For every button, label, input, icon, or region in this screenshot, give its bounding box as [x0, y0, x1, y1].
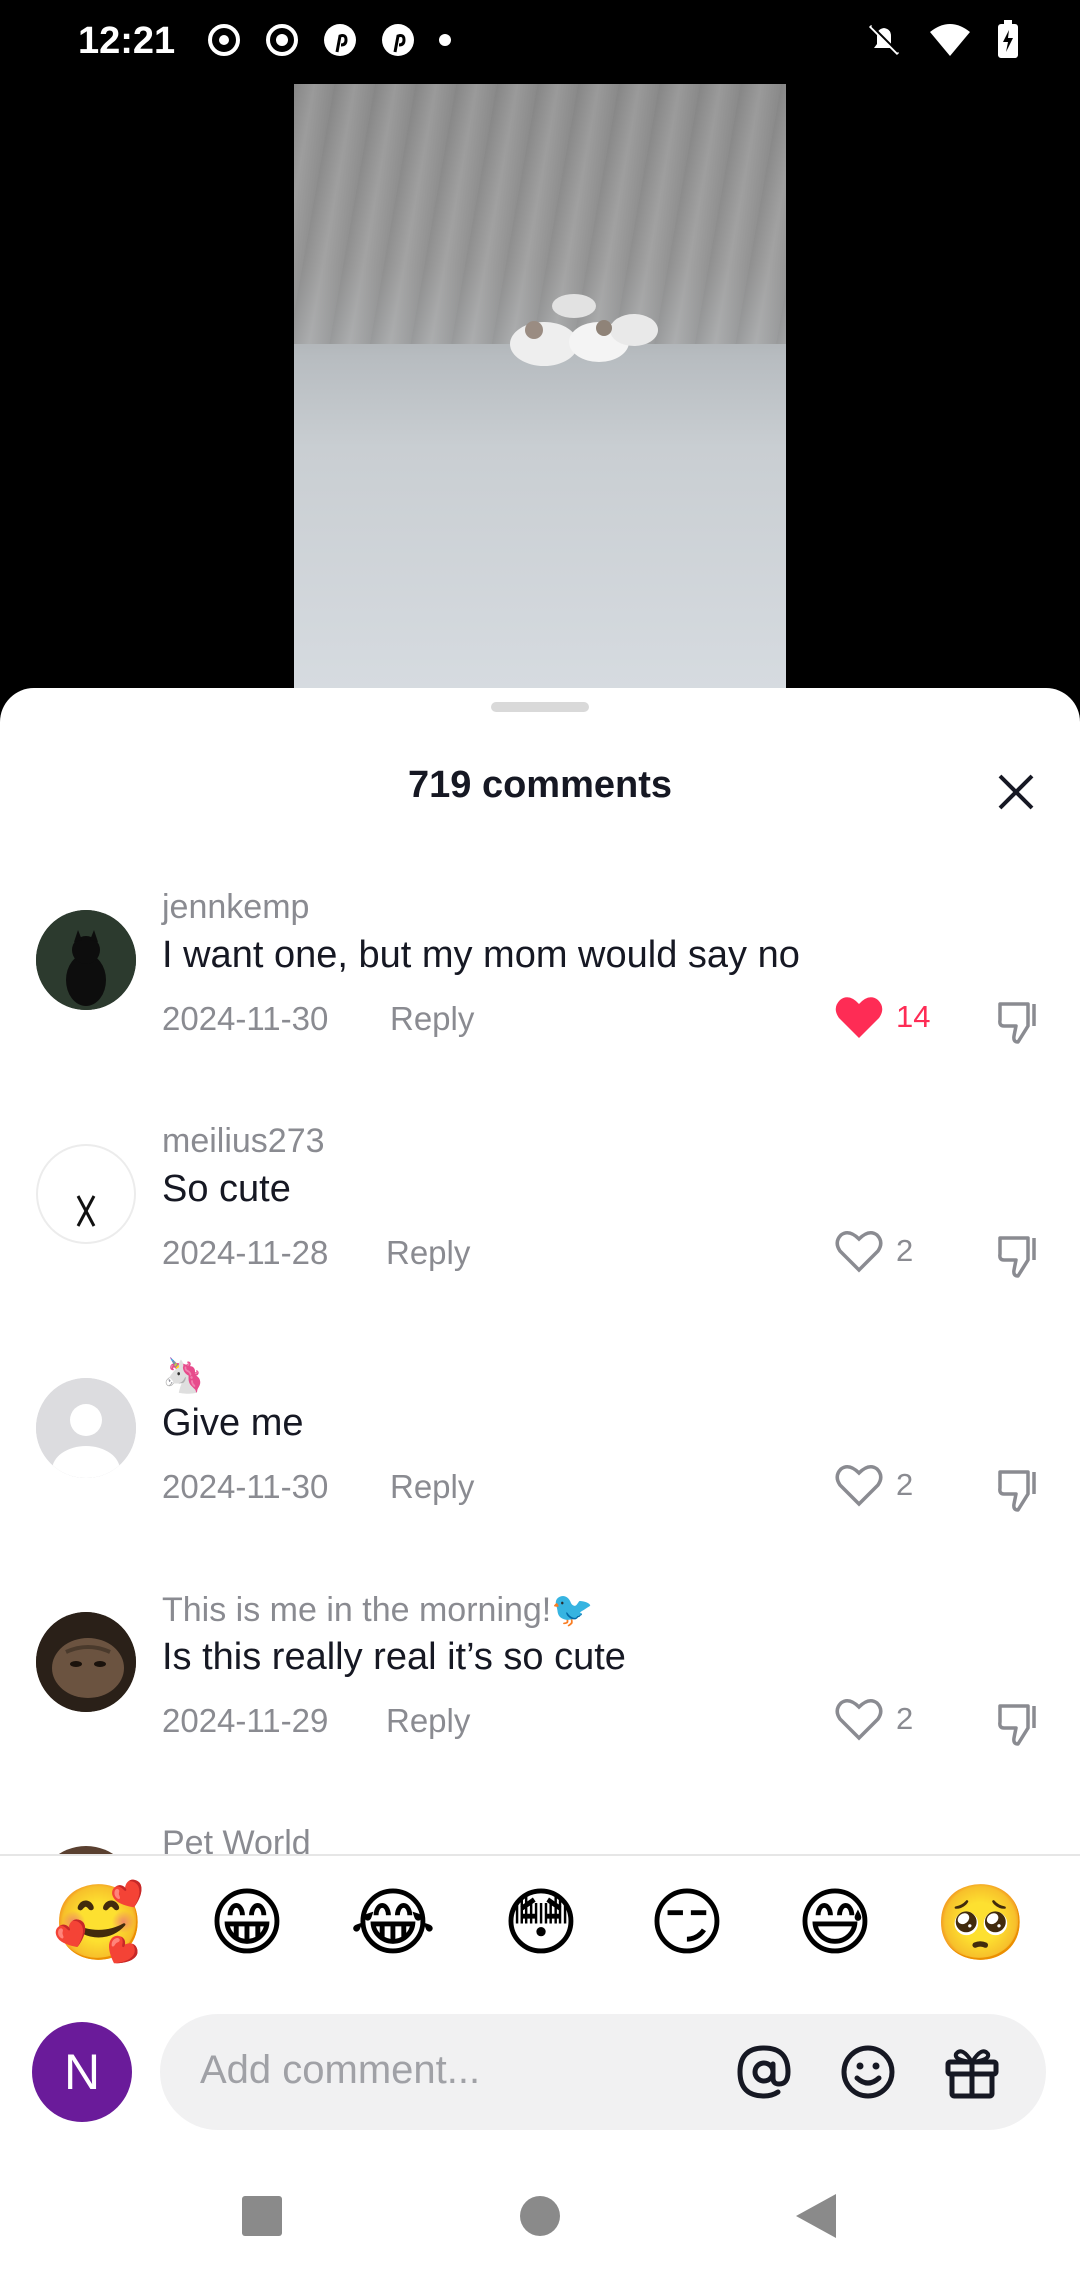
default-avatar-icon	[36, 1378, 136, 1478]
avatar[interactable]	[36, 1846, 136, 1854]
like-button[interactable]: 2	[834, 1696, 913, 1742]
close-icon[interactable]	[990, 766, 1042, 818]
heart-outline-icon	[835, 1231, 883, 1273]
emoji-smirk[interactable]: 😏	[640, 1868, 734, 1978]
emoji-picker-icon[interactable]	[836, 2040, 900, 2104]
emoji-flushed[interactable]: 😳	[494, 1868, 588, 1978]
wifi-icon	[930, 24, 970, 56]
tabby-cat-avatar-image	[36, 1612, 136, 1712]
like-count: 14	[896, 999, 931, 1034]
notification-icons	[206, 22, 452, 58]
kittens-image	[510, 294, 658, 366]
avatar[interactable]	[36, 1378, 136, 1478]
comment-input-placeholder: Add comment...	[200, 2048, 481, 2092]
mention-icon[interactable]	[732, 2040, 796, 2104]
drag-handle[interactable]	[491, 702, 589, 712]
comment-username[interactable]: 🦄	[162, 1356, 204, 1396]
system-icons	[864, 20, 1020, 60]
video-preview[interactable]	[294, 84, 786, 690]
avatar[interactable]	[36, 1144, 136, 1244]
recents-icon[interactable]	[240, 2194, 284, 2238]
avatar[interactable]	[36, 910, 136, 1010]
like-button[interactable]: 2	[834, 1228, 913, 1274]
composer-divider	[0, 1854, 1080, 1856]
comment-date: 2024-11-28	[162, 1234, 329, 1271]
heart-outline-icon	[835, 1465, 883, 1507]
comment-item: This is me in the morning!🐦 Is this real…	[0, 1582, 1080, 1802]
comment-text: Is this really real it’s so cute	[162, 1636, 626, 1678]
threads-icon	[208, 24, 240, 56]
reply-button[interactable]: Reply	[386, 1702, 470, 1740]
bell-off-icon	[868, 24, 900, 56]
emoji-tears-of-joy[interactable]: 😂	[346, 1868, 440, 1978]
comment-text: So cute	[162, 1168, 291, 1210]
comment-text: Give me	[162, 1402, 304, 1444]
gift-icon[interactable]	[940, 2040, 1004, 2104]
emoji-pleading[interactable]: 🥺	[934, 1868, 1028, 1978]
emoji-smiling-hearts[interactable]: 🥰	[52, 1868, 146, 1978]
reply-button[interactable]: Reply	[390, 1000, 474, 1038]
comment-text: I want one, but my mom would say no	[162, 934, 800, 976]
like-count: 2	[896, 1233, 914, 1268]
record-icon	[266, 24, 298, 56]
comment-username[interactable]: Pet World	[162, 1824, 311, 1854]
black-cat-avatar-image	[36, 910, 136, 1010]
battery-charging-icon	[998, 20, 1018, 58]
comment-item: 🦄 Give me 2024-11-30 Reply 2	[0, 1348, 1080, 1568]
pinterest-icon-2	[382, 24, 414, 56]
dot-icon	[439, 34, 451, 46]
heart-outline-icon	[835, 1699, 883, 1741]
status-time: 12:21	[78, 20, 176, 62]
dislike-icon[interactable]	[994, 1464, 1046, 1516]
like-button[interactable]: 2	[834, 1462, 913, 1508]
comments-count-title: 719 comments	[407, 764, 672, 806]
pinterest-icon	[324, 24, 356, 56]
reply-button[interactable]: Reply	[386, 1234, 470, 1272]
dislike-icon[interactable]	[994, 1698, 1046, 1750]
avatar[interactable]	[36, 1612, 136, 1712]
dislike-icon[interactable]	[994, 996, 1046, 1048]
comment-item: jennkemp I want one, but my mom would sa…	[0, 880, 1080, 1100]
comment-input[interactable]: Add comment...	[160, 2014, 1046, 2130]
heart-filled-icon	[835, 997, 883, 1038]
emoji-quick-bar: 🥰 😁 😂 😳 😏 😅 🥺	[0, 1868, 1080, 1978]
like-count: 2	[896, 1467, 914, 1502]
back-icon[interactable]	[794, 2192, 838, 2240]
emoji-grin[interactable]: 😁	[200, 1868, 294, 1978]
like-count: 2	[896, 1701, 914, 1736]
comment-username[interactable]: jennkemp	[162, 888, 309, 927]
dislike-icon[interactable]	[994, 1230, 1046, 1282]
comment-username[interactable]: meilius273	[162, 1122, 325, 1161]
user-avatar[interactable]: N	[32, 2022, 132, 2122]
home-icon[interactable]	[518, 2194, 562, 2238]
navigation-bar	[0, 2150, 1080, 2280]
screen: 12:21 719 comments jennkemp I want one, …	[0, 0, 1080, 2280]
emoji-sweat-smile[interactable]: 😅	[788, 1868, 882, 1978]
like-button[interactable]: 14	[834, 994, 930, 1040]
comment-date: 2024-11-30	[162, 1000, 329, 1037]
reply-button[interactable]: Reply	[390, 1468, 474, 1506]
comment-item: meilius273 So cute 2024-11-28 Reply 2	[0, 1114, 1080, 1334]
comments-sheet: 719 comments jennkemp I want one, but my…	[0, 688, 1080, 2280]
x-logo-avatar-image	[76, 1195, 96, 1227]
status-bar: 12:21	[0, 0, 1080, 84]
comment-date: 2024-11-30	[162, 1468, 329, 1505]
comment-item: Pet World	[0, 1816, 1080, 1854]
comment-username[interactable]: This is me in the morning!🐦	[162, 1590, 594, 1630]
comment-composer: N Add comment...	[0, 2008, 1080, 2138]
comment-date: 2024-11-29	[162, 1702, 329, 1739]
